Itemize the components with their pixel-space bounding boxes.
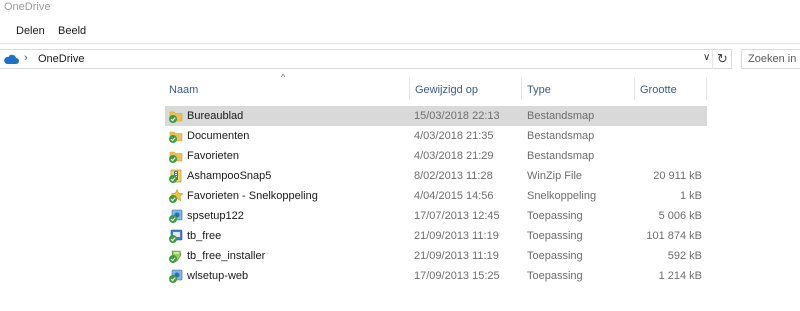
file-modified: 4/03/2018 21:29 (414, 150, 494, 162)
file-type: Bestandsmap (527, 110, 595, 122)
app-exe-icon (168, 228, 184, 244)
file-name: tb_free_installer (187, 250, 266, 262)
file-row[interactable]: Bureaublad 15/03/2018 22:13 Bestandsmap (165, 106, 707, 126)
column-header-size[interactable]: Grootte (640, 84, 677, 96)
file-name: wlsetup-web (187, 270, 249, 282)
ribbon-tab-view[interactable]: Beeld (58, 25, 86, 37)
file-row[interactable]: tb_free 21/09/2013 11:19 Toepassing 101 … (165, 226, 707, 246)
file-size: 1 214 kB (658, 270, 702, 282)
file-size: 20 911 kB (653, 170, 702, 182)
file-name: spsetup122 (187, 210, 244, 222)
refresh-icon[interactable]: ↻ (712, 49, 732, 69)
column-divider[interactable] (521, 78, 522, 100)
address-bar[interactable]: › OneDrive ∨ (0, 49, 732, 69)
setup-app-icon (168, 208, 184, 224)
shortcut-star-icon (168, 188, 184, 204)
file-name: AshampooSnap5 (187, 170, 272, 182)
file-type: Toepassing (527, 210, 583, 222)
column-divider[interactable] (706, 78, 707, 100)
title-bar: OneDrive (0, 0, 800, 20)
file-size: 1 kB (679, 190, 702, 202)
column-divider[interactable] (409, 78, 410, 100)
breadcrumb-onedrive[interactable]: OneDrive (38, 53, 84, 65)
search-box[interactable] (741, 49, 800, 69)
file-row[interactable]: Favorieten - Snelkoppeling 4/04/2015 14:… (165, 186, 707, 206)
file-name: Bureaublad (187, 110, 244, 122)
search-input[interactable] (742, 50, 800, 68)
onedrive-cloud-icon (4, 54, 19, 64)
file-modified: 17/07/2013 12:45 (414, 210, 500, 222)
file-type: WinZip File (527, 170, 583, 182)
file-name: Documenten (187, 130, 250, 142)
file-modified: 15/03/2018 22:13 (414, 110, 500, 122)
file-row[interactable]: spsetup122 17/07/2013 12:45 Toepassing 5… (165, 206, 707, 226)
column-header-type[interactable]: Type (527, 84, 551, 96)
breadcrumb-chevron-icon[interactable]: › (24, 52, 28, 64)
file-row[interactable]: Favorieten 4/03/2018 21:29 Bestandsmap (165, 146, 707, 166)
file-name: Favorieten (187, 150, 239, 162)
file-list: Bureaublad 15/03/2018 22:13 Bestandsmap … (165, 106, 707, 286)
column-header-modified[interactable]: Gewijzigd op (415, 84, 478, 96)
installer-app-icon (168, 248, 184, 264)
file-row[interactable]: wlsetup-web 17/09/2013 15:25 Toepassing … (165, 266, 707, 286)
file-type: Bestandsmap (527, 130, 595, 142)
file-modified: 4/04/2015 14:56 (414, 190, 494, 202)
setup-app-icon (168, 268, 184, 284)
ribbon: Delen Beeld (0, 20, 800, 44)
sort-ascending-icon: ^ (281, 72, 286, 82)
window-title: OneDrive (4, 1, 51, 13)
file-modified: 8/02/2013 11:28 (414, 170, 493, 182)
file-size: 5 006 kB (658, 210, 702, 222)
file-size: 592 kB (667, 250, 702, 262)
address-history-dropdown-icon[interactable]: ∨ (703, 52, 710, 63)
folder-synced-icon (168, 128, 184, 144)
column-divider[interactable] (634, 78, 635, 100)
ribbon-tab-share[interactable]: Delen (16, 25, 45, 37)
file-modified: 17/09/2013 15:25 (414, 270, 500, 282)
column-header: ^ Naam Gewijzigd op Type Grootte (165, 72, 707, 100)
file-modified: 21/09/2013 11:19 (414, 250, 499, 262)
file-name: Favorieten - Snelkoppeling (187, 190, 318, 202)
file-type: Toepassing (527, 270, 583, 282)
column-header-name[interactable]: Naam (169, 84, 198, 96)
folder-synced-icon (168, 108, 184, 124)
winzip-file-icon (168, 168, 184, 184)
file-modified: 4/03/2018 21:35 (414, 130, 494, 142)
file-size: 101 874 kB (646, 230, 702, 242)
file-row[interactable]: Documenten 4/03/2018 21:35 Bestandsmap (165, 126, 707, 146)
folder-synced-icon (168, 148, 184, 164)
file-type: Toepassing (527, 230, 583, 242)
file-modified: 21/09/2013 11:19 (414, 230, 499, 242)
file-row[interactable]: AshampooSnap5 8/02/2013 11:28 WinZip Fil… (165, 166, 707, 186)
file-name: tb_free (187, 230, 222, 242)
file-type: Bestandsmap (527, 150, 595, 162)
file-type: Snelkoppeling (527, 190, 597, 202)
file-row[interactable]: tb_free_installer 21/09/2013 11:19 Toepa… (165, 246, 707, 266)
file-type: Toepassing (527, 250, 583, 262)
